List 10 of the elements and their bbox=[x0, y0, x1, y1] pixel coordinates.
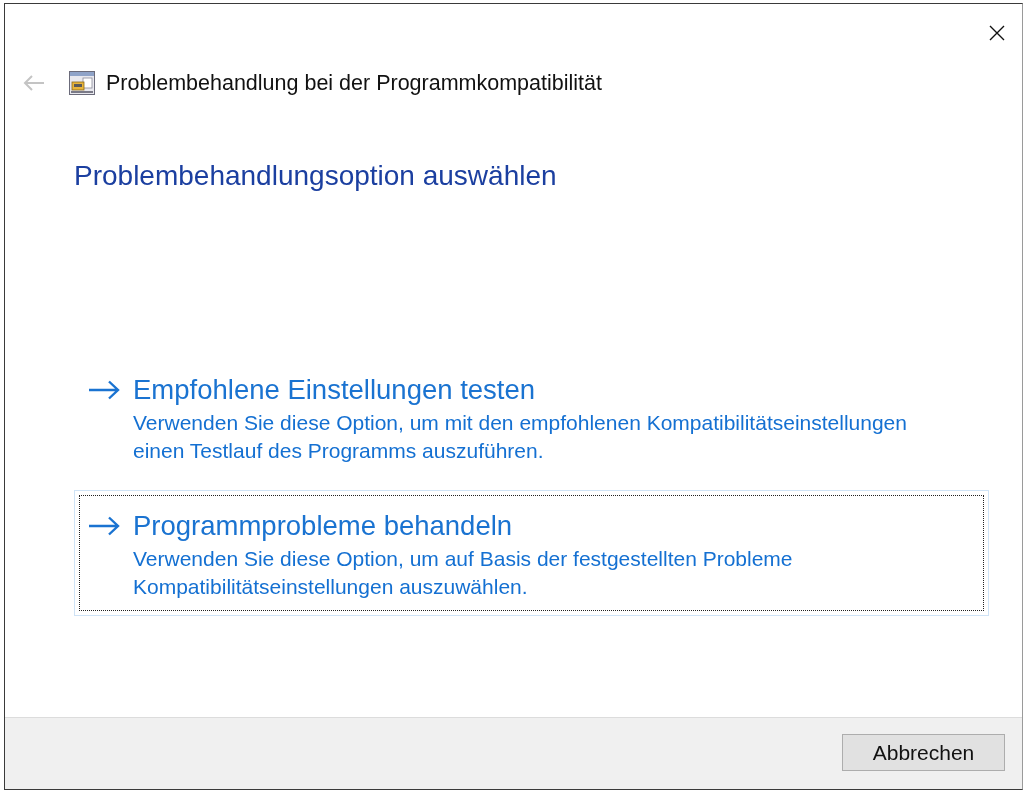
back-arrow-icon bbox=[23, 75, 45, 91]
page-heading: Problembehandlungsoption auswählen bbox=[74, 161, 558, 191]
command-link-option[interactable]: Programmprobleme behandeln Verwenden Sie diese Option, um auf Basis der festgestellten Probleme Kompatibilitätseinstellungen auszuwählen. bbox=[74, 490, 989, 616]
cancel-button[interactable]: Abbrechen bbox=[842, 734, 1005, 771]
window-title: Problembehandlung bei der Programmkompatibilität bbox=[106, 70, 602, 96]
command-link-option[interactable]: Empfohlene Einstellungen testen Verwenden Sie diese Option, um mit den empfohlenen Kompatibilitätseinstellungen einen Testlauf des Programms auszuführen. bbox=[74, 354, 989, 480]
close-icon bbox=[989, 25, 1005, 41]
right-arrow-icon bbox=[88, 380, 120, 400]
program-window-icon bbox=[69, 71, 95, 95]
right-arrow-icon bbox=[88, 516, 120, 536]
